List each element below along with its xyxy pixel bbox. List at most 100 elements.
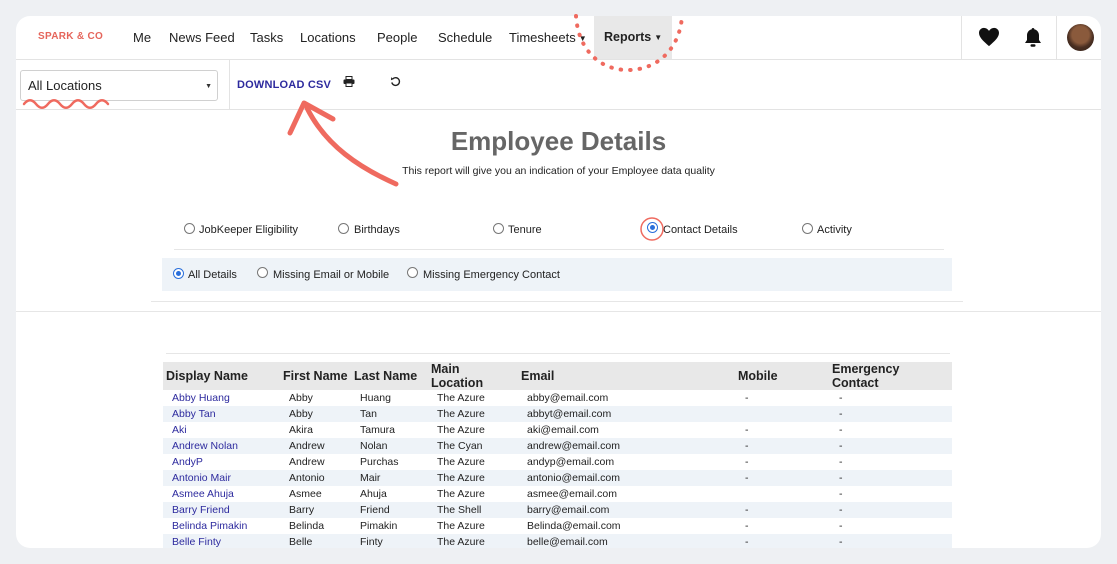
bell-icon[interactable]	[1020, 25, 1046, 49]
top-nav: SPARK & CO Me News Feed Tasks Locations …	[16, 16, 1101, 60]
col-mobile[interactable]: Mobile	[735, 362, 829, 390]
caret-down-icon: ▼	[205, 83, 212, 90]
table-row: Antonio Mair Antonio Mair The Azure antonio@…	[163, 470, 952, 486]
radio-label-contact-details: Contact Details	[663, 224, 738, 236]
table-row: Belle Finty Belle Finty The Azure belle@emai…	[163, 534, 952, 548]
nav-news-feed[interactable]: News Feed	[169, 30, 235, 45]
first-name-cell: Abby	[289, 392, 313, 404]
employee-link[interactable]: Antonio Mair	[163, 470, 280, 486]
radio-all-details[interactable]	[173, 268, 184, 279]
brand-logo[interactable]: SPARK & CO	[38, 31, 103, 42]
employee-link[interactable]: Abby Tan	[163, 406, 280, 422]
first-name-cell: Antonio	[280, 470, 351, 486]
location-cell: The Shell	[428, 502, 518, 518]
nav-me[interactable]: Me	[133, 30, 151, 45]
email-cell: antonio@email.com	[518, 470, 735, 486]
download-csv-button[interactable]: DOWNLOAD CSV	[237, 79, 331, 91]
email-cell: Belinda@email.com	[527, 520, 621, 532]
table-row: Aki Akira Tamura The Azure aki@email.com - -	[163, 422, 952, 438]
last-name-cell: Mair	[351, 470, 428, 486]
employee-link[interactable]: Barry Friend	[163, 502, 280, 518]
employee-link[interactable]: Andrew Nolan	[163, 438, 280, 454]
nav-timesheets-label: Timesheets	[509, 30, 576, 45]
mobile-cell: -	[745, 456, 749, 468]
print-icon[interactable]	[343, 76, 355, 90]
col-main-location[interactable]: Main Location	[428, 362, 518, 390]
refresh-icon[interactable]	[390, 76, 401, 90]
radio-label-missing-emergency-contact: Missing Emergency Contact	[423, 269, 560, 281]
col-emergency-contact[interactable]: Emergency Contact	[829, 362, 952, 390]
mobile-cell: -	[745, 520, 749, 532]
nav-schedule[interactable]: Schedule	[438, 30, 492, 45]
avatar[interactable]	[1067, 24, 1094, 51]
radio-missing-email-mobile[interactable]	[257, 267, 268, 278]
first-name-cell: Belle	[280, 534, 351, 548]
mobile-cell: -	[735, 502, 829, 518]
email-cell: abbyt@email.com	[518, 406, 735, 422]
email-cell: andrew@email.com	[518, 438, 735, 454]
location-cell: The Cyan	[428, 438, 518, 454]
table-header-row: Display Name First Name Last Name Main L…	[163, 362, 952, 390]
report-toolbar: All Locations ▼ DOWNLOAD CSV	[16, 60, 1101, 110]
last-name-cell: Tamura	[360, 424, 396, 436]
first-name-cell: Barry	[280, 502, 351, 518]
toolbar-divider	[229, 60, 230, 109]
mobile-cell: -	[735, 438, 829, 454]
location-cell: The Azure	[437, 424, 485, 436]
emergency-contact-cell: -	[829, 470, 952, 486]
location-select[interactable]: All Locations ▼	[20, 70, 218, 101]
nav-people[interactable]: People	[377, 30, 417, 45]
radio-birthdays[interactable]	[338, 223, 349, 234]
mobile-cell: -	[745, 424, 749, 436]
divider	[166, 353, 950, 354]
table-row: Abby Huang Abby Huang The Azure abby@email.c…	[163, 390, 952, 406]
radio-activity[interactable]	[802, 223, 813, 234]
nav-reports[interactable]: Reports ▼	[594, 16, 673, 59]
mobile-cell: -	[745, 392, 749, 404]
nav-timesheets[interactable]: Timesheets ▼	[509, 30, 587, 45]
table-row: AndyP Andrew Purchas The Azure andyp@email.c…	[163, 454, 952, 470]
col-display-name[interactable]: Display Name	[163, 362, 280, 390]
radio-jobkeeper-eligibility[interactable]	[184, 223, 195, 234]
chevron-down-icon: ▼	[578, 34, 587, 44]
emergency-contact-cell: -	[839, 488, 843, 500]
first-name-cell: Abby	[280, 406, 351, 422]
nav-locations[interactable]: Locations	[300, 30, 356, 45]
radio-label-tenure: Tenure	[508, 224, 542, 236]
radio-tenure[interactable]	[493, 223, 504, 234]
table-row: Abby Tan Abby Tan The Azure abbyt@email.com -	[163, 406, 952, 422]
table-row: Barry Friend Barry Friend The Shell barry@em…	[163, 502, 952, 518]
mobile-cell	[735, 486, 829, 502]
app-window: SPARK & CO Me News Feed Tasks Locations …	[16, 16, 1101, 548]
chevron-down-icon: ▼	[654, 33, 663, 43]
first-name-cell: Andrew	[289, 456, 325, 468]
location-cell: The Azure	[428, 534, 518, 548]
page-title: Employee Details	[450, 126, 667, 156]
employee-link[interactable]: Belle Finty	[163, 534, 280, 548]
employee-link[interactable]: Belinda Pimakin	[163, 518, 280, 534]
col-email[interactable]: Email	[518, 362, 735, 390]
col-last-name[interactable]: Last Name	[351, 362, 428, 390]
radio-label-birthdays: Birthdays	[354, 224, 400, 236]
divider	[151, 301, 963, 302]
mobile-cell	[735, 406, 829, 422]
emergency-contact-cell: -	[839, 456, 843, 468]
radio-contact-details[interactable]	[647, 222, 658, 233]
first-name-cell: Akira	[289, 424, 313, 436]
heart-icon[interactable]	[976, 25, 1002, 49]
col-first-name[interactable]: First Name	[280, 362, 351, 390]
last-name-cell: Ahuja	[360, 488, 387, 500]
email-cell: aki@email.com	[527, 424, 599, 436]
radio-label-missing-email-mobile: Missing Email or Mobile	[273, 269, 390, 281]
employee-link[interactable]: Aki	[163, 422, 280, 438]
table-row: Andrew Nolan Andrew Nolan The Cyan andrew@em…	[163, 438, 952, 454]
table-row: Belinda Pimakin Belinda Pimakin The Azure Be…	[163, 518, 952, 534]
employee-link[interactable]: AndyP	[163, 454, 280, 470]
employee-link[interactable]: Abby Huang	[163, 390, 280, 406]
location-cell: The Azure	[428, 470, 518, 486]
nav-tasks[interactable]: Tasks	[250, 30, 283, 45]
nav-reports-label: Reports	[604, 30, 652, 44]
radio-missing-emergency-contact[interactable]	[407, 267, 418, 278]
radio-label-all-details: All Details	[188, 269, 237, 281]
employee-link[interactable]: Asmee Ahuja	[163, 486, 280, 502]
